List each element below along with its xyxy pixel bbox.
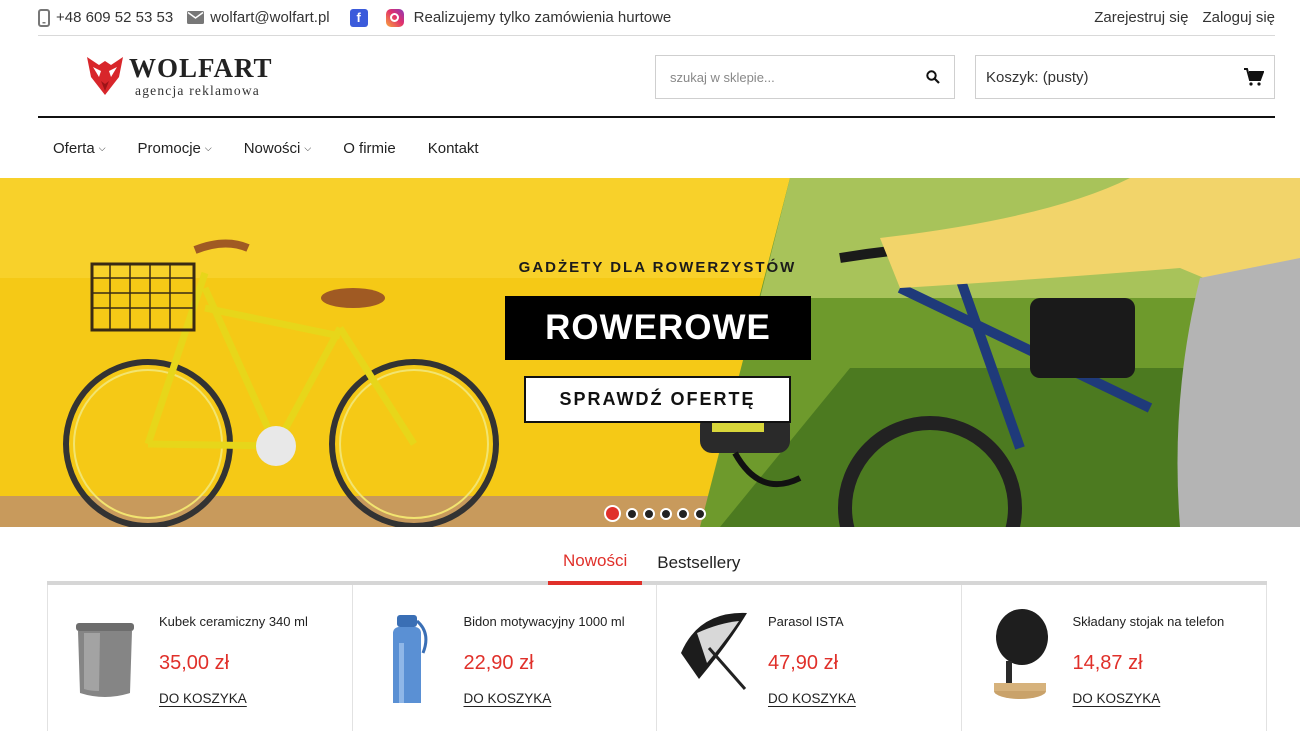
product-card[interactable]: Składany stojak na telefon 14,87 zł DO K… [962,585,1267,731]
wholesale-note: Realizujemy tylko zamówienia hurtowe [413,9,672,26]
top-bar: +48 609 52 53 53 wolfart@wolfart.pl f Re… [38,0,1275,36]
slider-dot[interactable] [643,507,655,520]
slider-pagination [604,505,706,522]
product-name[interactable]: Kubek ceramiczny 340 ml [159,614,308,629]
wolf-logo-icon [87,57,123,96]
phone-contact[interactable]: +48 609 52 53 53 [38,8,174,27]
hero-banner[interactable]: GADŻETY DLA ROWERZYSTÓW ROWEROWE SPRAWDŹ… [0,178,1300,527]
slider-dot[interactable] [694,507,706,520]
hero-subtitle: GADŻETY DLA ROWERZYSTÓW [518,259,797,276]
slider-dot[interactable] [626,507,638,520]
search-box [655,55,955,99]
nav-item-kontakt[interactable]: Kontakt [428,140,479,157]
bottle-icon [392,615,427,703]
cart-status: (pusty) [1042,68,1089,86]
cart-box[interactable]: Koszyk: (pusty) [975,55,1275,99]
add-to-cart-button[interactable]: DO KOSZYKA [768,691,856,706]
product-card[interactable]: Kubek ceramiczny 340 ml 35,00 zł DO KOSZ… [48,585,353,731]
login-link[interactable]: Zaloguj się [1202,9,1275,26]
tab-nowosci[interactable]: Nowości [548,540,643,585]
logo-brand: WOLFART [129,53,273,83]
product-name[interactable]: Parasol ISTA [768,614,844,629]
check-offer-button[interactable]: SPRAWDŹ OFERTĘ [524,376,791,423]
product-price: 35,00 zł [159,652,230,674]
search-input[interactable] [670,69,926,85]
product-card[interactable]: Parasol ISTA 47,90 zł DO KOSZYKA [657,585,962,731]
add-to-cart-button[interactable]: DO KOSZYKA [464,691,552,706]
cart-label: Koszyk: [986,68,1039,86]
tab-bestsellery[interactable]: Bestsellery [642,540,755,585]
phone-stand-icon [993,609,1048,699]
nav-item-o-firmie[interactable]: O firmie [343,140,396,157]
hero-title: ROWEROWE [505,296,811,360]
product-price: 22,90 zł [463,652,534,674]
mug-icon [76,623,134,697]
mobile-phone-icon [38,8,50,27]
logo-subtitle: agencja reklamowa [135,83,260,98]
product-name[interactable]: Bidon motywacyjny 1000 ml [464,614,625,629]
slider-dot[interactable] [604,505,621,522]
cart-icon [1244,68,1264,86]
chevron-down-icon: ⌵ [304,142,312,153]
add-to-cart-button[interactable]: DO KOSZYKA [1073,691,1161,706]
product-card[interactable]: Bidon motywacyjny 1000 ml 22,90 zł DO KO… [353,585,657,731]
chevron-down-icon: ⌵ [98,142,106,153]
add-to-cart-button[interactable]: DO KOSZYKA [159,691,247,706]
envelope-icon [187,11,205,24]
product-price: 47,90 zł [768,652,839,674]
nav-item-nowosci[interactable]: Nowości ⌵ [244,140,312,157]
product-name[interactable]: Składany stojak na telefon [1073,614,1225,629]
instagram-icon[interactable] [385,8,404,27]
phone-number: +48 609 52 53 53 [56,9,174,26]
site-logo[interactable]: WOLFART agencja reklamowa [87,55,273,98]
nav-item-oferta[interactable]: Oferta ⌵ [53,140,106,157]
slider-dot[interactable] [677,507,689,520]
product-price: 14,87 zł [1072,652,1143,674]
slider-dot[interactable] [660,507,672,520]
product-list: Kubek ceramiczny 340 ml 35,00 zł DO KOSZ… [47,585,1267,731]
email-contact[interactable]: wolfart@wolfart.pl [187,9,330,26]
umbrella-icon [681,612,747,690]
product-tabs: Nowości Bestsellery [548,540,755,585]
chevron-down-icon: ⌵ [204,142,212,153]
facebook-icon[interactable]: f [349,8,368,27]
register-link[interactable]: Zarejestruj się [1094,9,1188,26]
search-icon[interactable] [926,70,940,84]
email-address: wolfart@wolfart.pl [210,9,330,26]
main-nav: Oferta ⌵ Promocje ⌵ Nowości ⌵ O firmie Kont… [53,118,511,178]
nav-item-promocje[interactable]: Promocje ⌵ [138,140,212,157]
